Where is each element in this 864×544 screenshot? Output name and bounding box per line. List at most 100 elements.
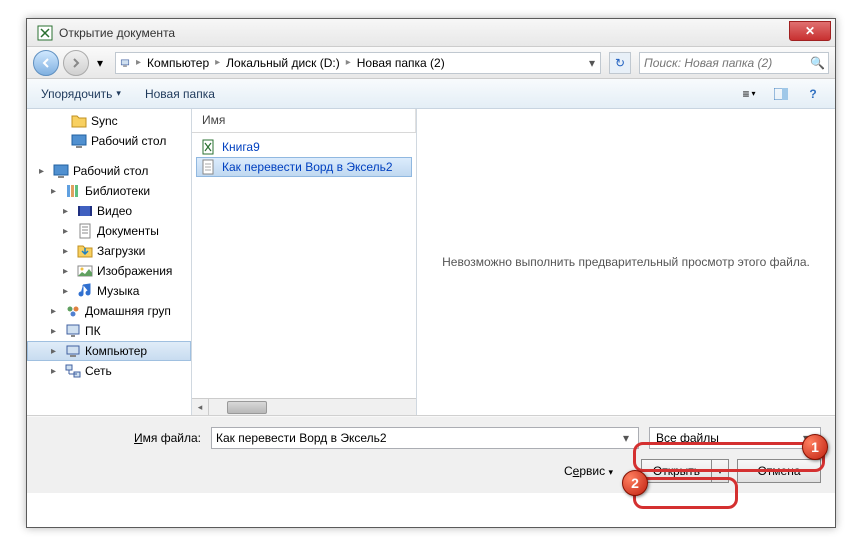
- open-button[interactable]: Открыть: [641, 459, 711, 483]
- lib-icon: [65, 183, 81, 199]
- expand-icon[interactable]: ▸: [63, 246, 73, 257]
- breadcrumb[interactable]: ▸ Компьютер ▸ Локальный диск (D:) ▸ Нова…: [115, 52, 601, 74]
- filename-label: Имя файла:: [41, 431, 201, 445]
- open-file-dialog: Открытие документа ✕ ▾ ▸ Компьютер ▸ Лок…: [26, 18, 836, 528]
- file-name: Книга9: [222, 140, 260, 154]
- tools-menu[interactable]: Сервис ▾: [564, 464, 613, 478]
- filename-input[interactable]: [216, 431, 618, 445]
- open-dropdown[interactable]: ▾: [711, 459, 729, 483]
- breadcrumb-dropdown[interactable]: ▾: [584, 56, 600, 70]
- tree-label: Изображения: [97, 264, 172, 278]
- search-box[interactable]: 🔍: [639, 52, 829, 74]
- desktop-icon: [53, 163, 69, 179]
- expand-icon[interactable]: ▸: [39, 166, 49, 177]
- back-button[interactable]: [33, 50, 59, 76]
- expand-icon[interactable]: ▸: [63, 286, 73, 297]
- view-mode-button[interactable]: ≡▾: [735, 83, 763, 105]
- new-folder-button[interactable]: Новая папка: [139, 83, 221, 105]
- expand-icon[interactable]: ▸: [51, 346, 61, 357]
- cancel-button[interactable]: Отмена: [737, 459, 821, 483]
- scroll-left-arrow[interactable]: ◂: [192, 399, 209, 416]
- bottom-panel: Имя файла: ▾ Все файлы ▾ Сервис ▾ Открыт…: [27, 417, 835, 493]
- file-list-header[interactable]: Имя: [192, 109, 416, 133]
- tree-item[interactable]: ▸ Рабочий стол: [27, 161, 191, 181]
- file-item[interactable]: Книга9: [196, 137, 412, 157]
- tree-label: Библиотеки: [85, 184, 150, 198]
- expand-icon[interactable]: ▸: [63, 226, 73, 237]
- breadcrumb-item[interactable]: Локальный диск (D:): [222, 56, 344, 70]
- tree-label: Документы: [97, 224, 159, 238]
- network-icon: [65, 363, 81, 379]
- computer-icon: [116, 58, 134, 68]
- tree-label: Sync: [91, 114, 118, 128]
- organize-menu[interactable]: Упорядочить ▾: [35, 83, 127, 105]
- tree-label: Музыка: [97, 284, 139, 298]
- expand-icon[interactable]: ▸: [51, 186, 61, 197]
- filename-combo[interactable]: ▾: [211, 427, 639, 449]
- expand-icon[interactable]: ▸: [51, 306, 61, 317]
- tree-label: Видео: [97, 204, 132, 218]
- toolbar: Упорядочить ▾ Новая папка ≡▾ ?: [27, 79, 835, 109]
- breadcrumb-item[interactable]: Компьютер: [143, 56, 213, 70]
- filter-dropdown[interactable]: ▾: [798, 431, 814, 445]
- doc-icon: [77, 223, 93, 239]
- tree-item[interactable]: ▸ Видео: [27, 201, 191, 221]
- expand-icon[interactable]: ▸: [63, 266, 73, 277]
- folder-icon: [71, 113, 87, 129]
- expand-icon[interactable]: ▸: [51, 366, 61, 377]
- file-item[interactable]: Как перевести Ворд в Эксель2: [196, 157, 412, 177]
- refresh-button[interactable]: ↻: [609, 52, 631, 74]
- download-icon: [77, 243, 93, 259]
- scroll-thumb[interactable]: [227, 401, 267, 414]
- expand-icon[interactable]: ▸: [51, 326, 61, 337]
- computer-icon: [65, 343, 81, 359]
- file-type-filter[interactable]: Все файлы ▾: [649, 427, 821, 449]
- search-input[interactable]: [644, 56, 810, 70]
- pc-icon: [65, 323, 81, 339]
- excel-icon: [37, 25, 53, 41]
- tree-item[interactable]: ▸Домашняя груп: [27, 301, 191, 321]
- preview-message: Невозможно выполнить предварительный про…: [442, 255, 810, 269]
- tree-item[interactable]: ▸ ПК: [27, 321, 191, 341]
- breadcrumb-item[interactable]: Новая папка (2): [353, 56, 449, 70]
- tree-item[interactable]: ▸ Документы: [27, 221, 191, 241]
- tree-item[interactable]: Sync: [27, 111, 191, 131]
- file-list: Имя Книга9 Как перевести Ворд в Эксель2 ◂: [192, 109, 417, 415]
- tree-item[interactable]: ▸ Изображения: [27, 261, 191, 281]
- forward-button[interactable]: [63, 50, 89, 76]
- dialog-body: Sync Рабочий стол ▸ Рабочий стол ▸ Библиотеки…: [27, 109, 835, 415]
- tree-item[interactable]: ▸ Сеть: [27, 361, 191, 381]
- close-button[interactable]: ✕: [789, 21, 831, 41]
- tree-label: Рабочий стол: [73, 164, 148, 178]
- titlebar: Открытие документа ✕: [27, 19, 835, 47]
- tree-label: Загрузки: [97, 244, 145, 258]
- search-icon: 🔍: [810, 56, 824, 70]
- txt-icon: [200, 159, 216, 175]
- file-list-body[interactable]: Книга9 Как перевести Ворд в Эксель2 ◂: [192, 133, 416, 415]
- xls-icon: [200, 139, 216, 155]
- music-icon: [77, 283, 93, 299]
- filename-dropdown[interactable]: ▾: [618, 431, 634, 445]
- tree-label: Компьютер: [85, 344, 147, 358]
- nav-history-dropdown[interactable]: ▾: [93, 53, 107, 73]
- tree-label: ПК: [85, 324, 101, 338]
- help-button[interactable]: ?: [799, 83, 827, 105]
- file-name: Как перевести Ворд в Эксель2: [222, 160, 393, 174]
- homegroup-icon: [65, 303, 81, 319]
- tree-item[interactable]: ▸ Библиотеки: [27, 181, 191, 201]
- column-name[interactable]: Имя: [192, 109, 416, 132]
- horizontal-scrollbar[interactable]: ◂: [192, 398, 416, 415]
- expand-icon[interactable]: ▸: [63, 206, 73, 217]
- preview-pane: Невозможно выполнить предварительный про…: [417, 109, 835, 415]
- navigation-tree[interactable]: Sync Рабочий стол ▸ Рабочий стол ▸ Библиотеки…: [27, 109, 192, 415]
- desktop-icon: [71, 133, 87, 149]
- tree-item[interactable]: Рабочий стол: [27, 131, 191, 151]
- video-icon: [77, 203, 93, 219]
- open-split-button: Открыть ▾: [641, 459, 729, 483]
- tree-item[interactable]: ▸ Загрузки: [27, 241, 191, 261]
- tree-label: Сеть: [85, 364, 112, 378]
- tree-item[interactable]: ▸ Компьютер: [27, 341, 191, 361]
- window-title: Открытие документа: [59, 26, 175, 40]
- preview-pane-button[interactable]: [767, 83, 795, 105]
- tree-item[interactable]: ▸ Музыка: [27, 281, 191, 301]
